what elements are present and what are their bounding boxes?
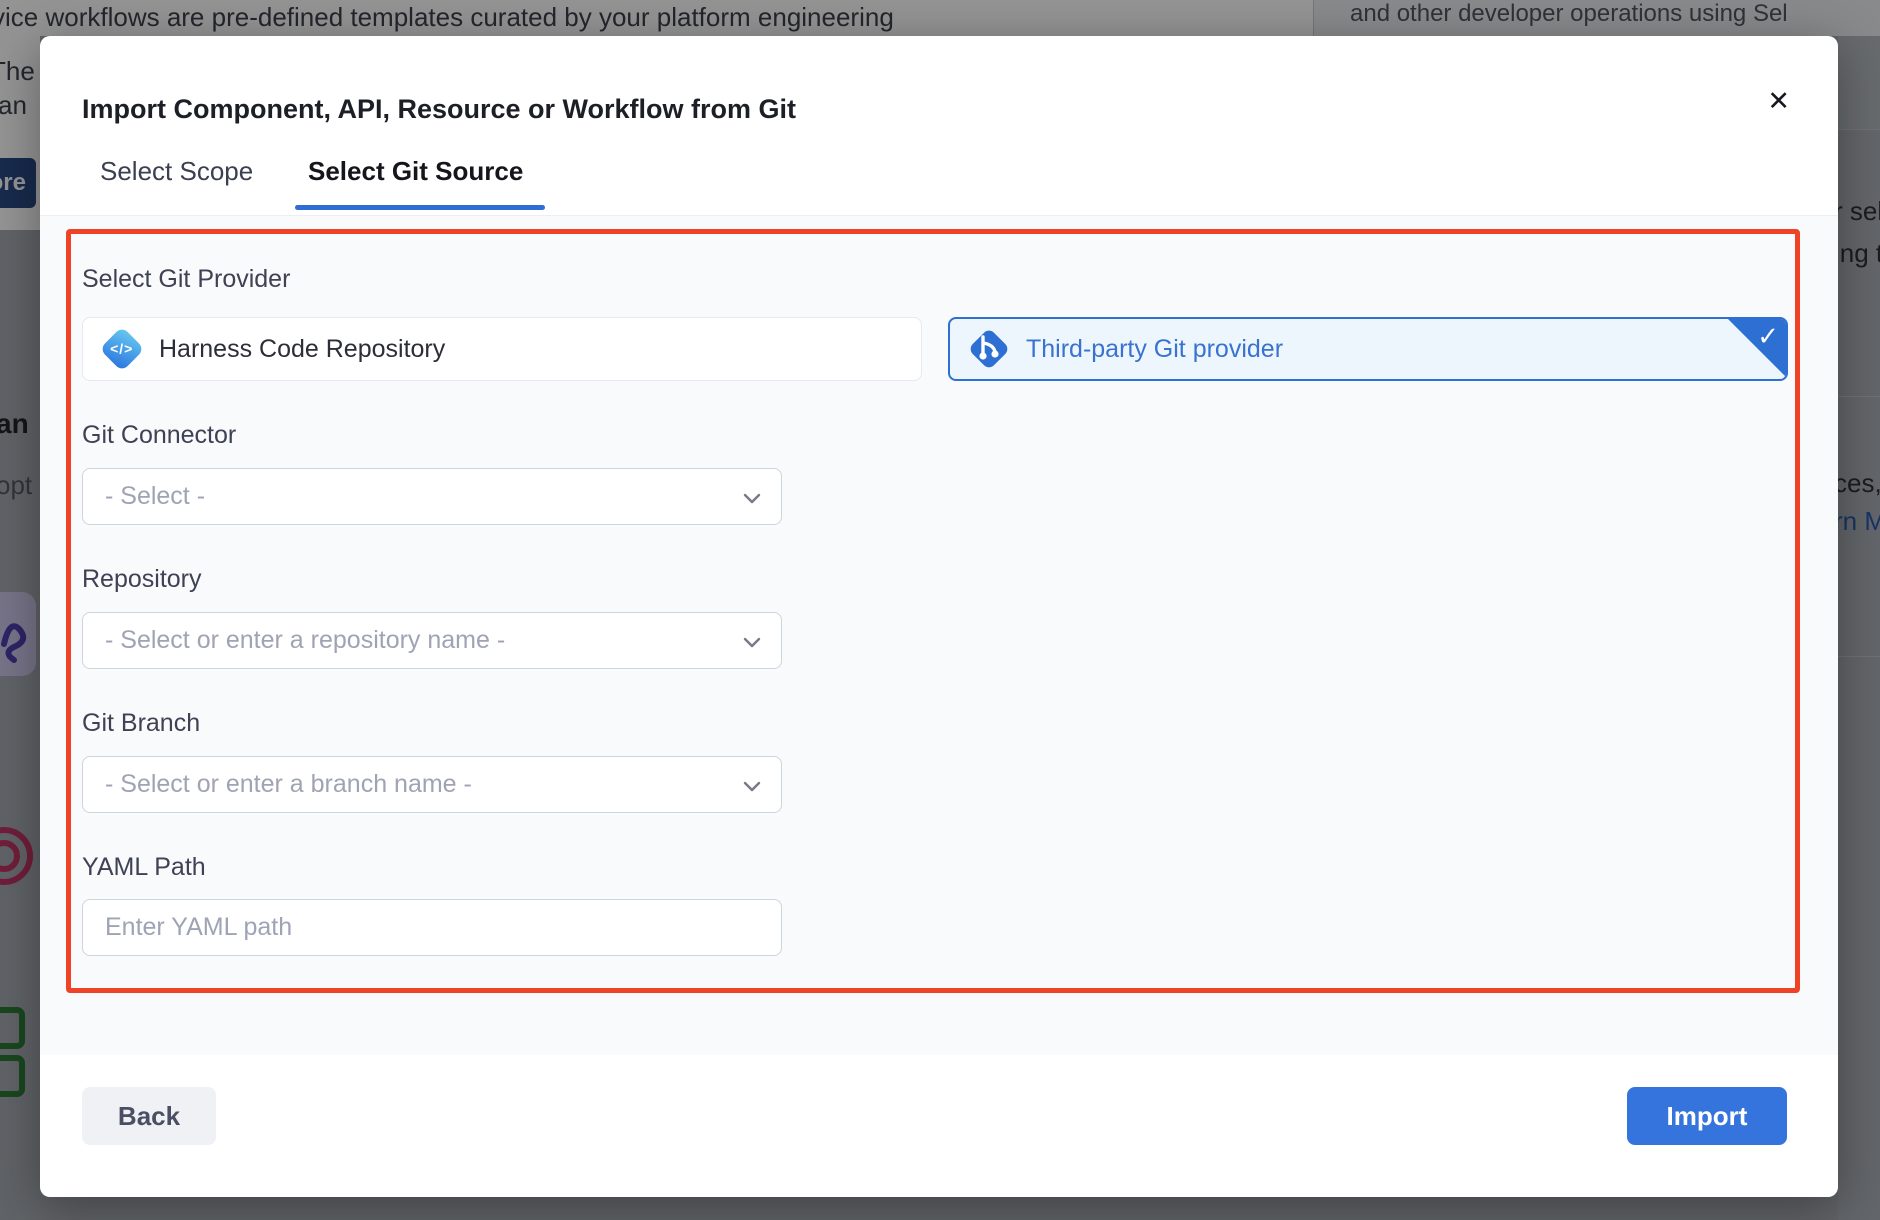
tab-select-git-source[interactable]: Select Git Source (308, 156, 523, 187)
chevron-down-icon (743, 637, 761, 648)
import-button[interactable]: Import (1627, 1087, 1787, 1145)
active-tab-indicator (295, 205, 545, 210)
git-branch-label: Git Branch (82, 709, 200, 738)
provider-option-label: Harness Code Repository (159, 335, 445, 364)
screenshot-root: vice workflows are pre-defined templates… (0, 0, 1880, 1220)
select-git-source-panel: Select Git Provider </> Harness Code Rep… (40, 215, 1838, 1055)
import-from-git-modal: Import Component, API, Resource or Workf… (40, 36, 1838, 1197)
harness-code-icon: </> (99, 326, 145, 372)
tab-select-scope[interactable]: Select Scope (100, 156, 253, 187)
provider-option-harness-code[interactable]: </> Harness Code Repository (82, 317, 922, 381)
provider-option-thirdparty-git[interactable]: Third-party Git provider ✓ (948, 317, 1788, 381)
yaml-path-input[interactable] (83, 900, 781, 955)
yaml-path-label: YAML Path (82, 853, 206, 882)
chevron-down-icon (743, 493, 761, 504)
repository-label: Repository (82, 565, 202, 594)
git-connector-label: Git Connector (82, 421, 236, 450)
provider-option-label: Third-party Git provider (1026, 335, 1283, 364)
back-button[interactable]: Back (82, 1087, 216, 1145)
git-connector-select[interactable] (82, 468, 782, 525)
git-provider-label: Select Git Provider (82, 265, 290, 294)
yaml-path-field[interactable] (82, 899, 782, 956)
git-connector-input[interactable] (83, 469, 781, 524)
git-logo-icon (966, 326, 1012, 372)
chevron-down-icon (743, 781, 761, 792)
git-branch-input[interactable] (83, 757, 781, 812)
modal-title: Import Component, API, Resource or Workf… (82, 94, 796, 125)
git-branch-select[interactable] (82, 756, 782, 813)
repository-input[interactable] (83, 613, 781, 668)
check-icon: ✓ (1757, 321, 1779, 352)
repository-select[interactable] (82, 612, 782, 669)
close-icon[interactable]: ✕ (1763, 84, 1794, 119)
